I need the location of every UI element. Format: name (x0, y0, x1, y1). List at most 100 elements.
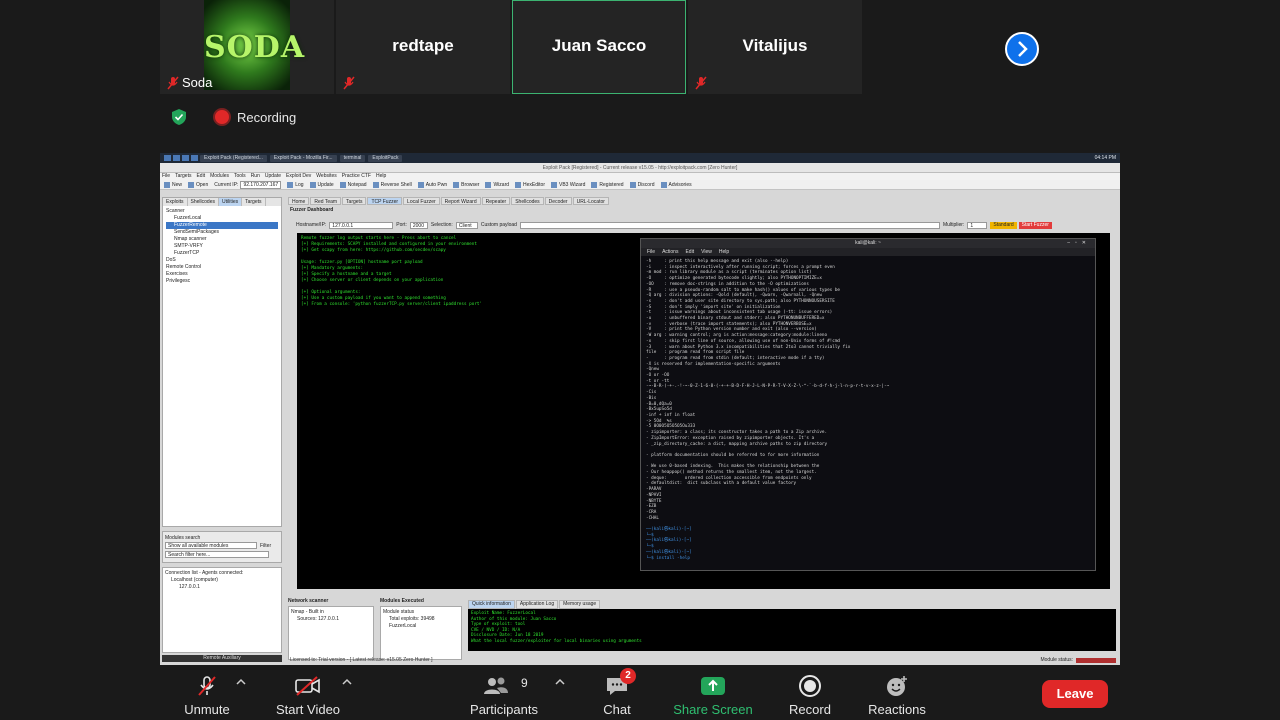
custom-payload-input[interactable] (519, 221, 940, 229)
menu-edit[interactable]: Edit (196, 173, 205, 180)
terminal-menu-actions[interactable]: Actions (662, 248, 678, 256)
terminal-menu-help[interactable]: Help (719, 248, 729, 256)
selection-select[interactable]: Client (455, 221, 478, 229)
participant-tile-vitalijus[interactable]: Vitalijus (688, 0, 862, 94)
tab-report-wizard[interactable]: Report Wizard (440, 197, 481, 205)
record-button[interactable]: Record (780, 666, 840, 720)
terminal-menu-view[interactable]: View (701, 248, 712, 256)
menu-targets[interactable]: Targets (175, 173, 191, 180)
menu-exploit-dev[interactable]: Exploit Dev (286, 173, 311, 180)
remote-auxiliary-bar[interactable]: Remote Auxiliary (162, 655, 282, 662)
tab-application-log[interactable]: Application Log (515, 600, 559, 609)
tree-item[interactable]: SMTP-VRFY (166, 243, 278, 250)
registered-button[interactable]: Registered (591, 181, 624, 188)
files-icon[interactable] (173, 155, 180, 161)
tab-targets[interactable]: Targets (242, 198, 266, 206)
hexeditor-button[interactable]: HexEditor (515, 181, 545, 188)
unmute-button[interactable]: Unmute (170, 666, 244, 720)
executed-item[interactable]: FuzzerLocal (383, 623, 459, 630)
auto-pwn-button[interactable]: Auto Pwn (417, 181, 447, 188)
browser-button[interactable]: Browser (453, 181, 479, 188)
wizard-button[interactable]: Wizard (485, 181, 509, 188)
participant-tile-juan-sacco[interactable]: Juan Sacco (512, 0, 686, 94)
gallery-next-button[interactable] (1005, 32, 1039, 66)
executed-item[interactable]: Total exploits: 39498 (383, 616, 459, 623)
tab-url-locator[interactable]: URL-Locator (572, 197, 609, 205)
tree-item[interactable]: SendSemiPackages (166, 229, 278, 236)
menu-help[interactable]: Help (376, 173, 386, 180)
new-button[interactable]: New (164, 181, 182, 188)
tree-item-selected[interactable]: FuzzerRemote (166, 222, 278, 229)
terminal-icon[interactable] (182, 155, 189, 161)
menu-file[interactable]: File (162, 173, 170, 180)
recording-label[interactable]: Recording (237, 110, 296, 125)
tree-item[interactable]: FuzzerLocal (166, 215, 278, 222)
current-ip-field[interactable]: 92.170.207.167 (240, 180, 282, 189)
executed-item[interactable]: Module status (383, 609, 459, 616)
tree-item[interactable]: Remote Control (166, 264, 278, 271)
tree-item[interactable]: FuzzerTCP (166, 250, 278, 257)
participants-options-chevron-icon[interactable] (555, 678, 565, 686)
tab-home[interactable]: Home (288, 197, 310, 205)
start-video-button[interactable]: Start Video (268, 666, 348, 720)
tab-quick-information[interactable]: Quick information (468, 600, 515, 609)
video-options-chevron-icon[interactable] (342, 678, 352, 686)
kali-terminal-window[interactable]: kali@kali: ~ –▫✕ File Actions Edit View … (640, 238, 1096, 571)
menu-run[interactable]: Run (251, 173, 260, 180)
reactions-button[interactable]: Reactions (864, 666, 930, 720)
search-filter-input[interactable]: Search filter here... (165, 551, 269, 558)
menu-modules[interactable]: Modules (210, 173, 229, 180)
tab-targets-main[interactable]: Targets (342, 197, 367, 205)
encryption-shield-icon[interactable] (170, 108, 188, 126)
share-screen-button[interactable]: Share Screen (666, 666, 760, 720)
tree-item[interactable]: Nmap scanner (166, 236, 278, 243)
tree-item[interactable]: DoS (166, 257, 278, 264)
open-button[interactable]: Open (188, 181, 208, 188)
tree-item[interactable]: Privilegesc (166, 278, 278, 285)
terminal-output[interactable]: -h : print this help message and exit (a… (641, 256, 1095, 570)
terminal-menu-edit[interactable]: Edit (685, 248, 694, 256)
tree-item[interactable]: Scanner (166, 208, 278, 215)
start-fuzzer-button[interactable]: Start Fuzzer (1018, 221, 1052, 229)
tab-decoder[interactable]: Decoder (544, 197, 572, 205)
tab-local-fuzzer[interactable]: Local Fuzzer (403, 197, 440, 205)
connection-item[interactable]: 127.0.0.1 (165, 584, 279, 591)
reverse-shell-button[interactable]: Reverse Shell (372, 181, 412, 188)
advisories-button[interactable]: Advisories (660, 181, 692, 188)
participants-button[interactable]: 9 Participants (460, 666, 548, 720)
tab-memory-usage[interactable]: Memory usage (559, 600, 601, 609)
menu-websites[interactable]: Websites (316, 173, 336, 180)
taskbar-item[interactable]: ExploitPack (368, 154, 403, 162)
tab-exploits[interactable]: Exploits (163, 198, 188, 206)
log-button[interactable]: Log (287, 181, 304, 188)
port-input[interactable]: 2000 (409, 221, 428, 229)
network-item[interactable]: Sources: 127.0.0.1 (291, 616, 371, 623)
filter-checkbox[interactable]: Filter (260, 542, 271, 550)
participant-tile-redtape[interactable]: redtape (336, 0, 510, 94)
tab-tcp-fuzzer[interactable]: TCP Fuzzer (367, 197, 403, 205)
vb3-wizard-button[interactable]: VB3 Wizard (550, 181, 585, 188)
menu-update[interactable]: Update (265, 173, 281, 180)
participant-tile-soda[interactable]: SODA Soda (160, 0, 334, 94)
tab-shellcodes[interactable]: Shellcodes (188, 198, 219, 206)
modules-filter-select[interactable]: Show all available modules (165, 542, 257, 549)
audio-options-chevron-icon[interactable] (236, 678, 246, 686)
network-item[interactable]: Nmap - Built in (291, 609, 371, 616)
taskbar-item[interactable]: terminal (339, 154, 366, 162)
discord-button[interactable]: Discord (629, 181, 655, 188)
standard-button[interactable]: Standard (990, 221, 1017, 229)
browser-icon[interactable] (191, 155, 198, 161)
multiplier-input[interactable]: 1 (967, 221, 988, 229)
notepad-button[interactable]: Notepad (339, 181, 367, 188)
taskbar-item[interactable]: Exploit Pack - Mozilla Fir... (269, 154, 337, 162)
tab-shellcodes-main[interactable]: Shellcodes (511, 197, 544, 205)
tab-utilities[interactable]: Utilities (218, 198, 243, 206)
chat-button[interactable]: 2 Chat (590, 666, 644, 720)
menu-practice-ctf[interactable]: Practice CTF (342, 173, 371, 180)
taskbar-item[interactable]: Exploit Pack (Registered... (200, 154, 267, 162)
hostname-input[interactable]: 127.0.0.1 (329, 221, 394, 229)
connection-item[interactable]: Localhost (computer) (165, 577, 279, 584)
terminal-menu-file[interactable]: File (647, 248, 655, 256)
leave-button[interactable]: Leave (1042, 680, 1108, 708)
window-controls-icon[interactable]: –▫✕ (1067, 239, 1091, 248)
